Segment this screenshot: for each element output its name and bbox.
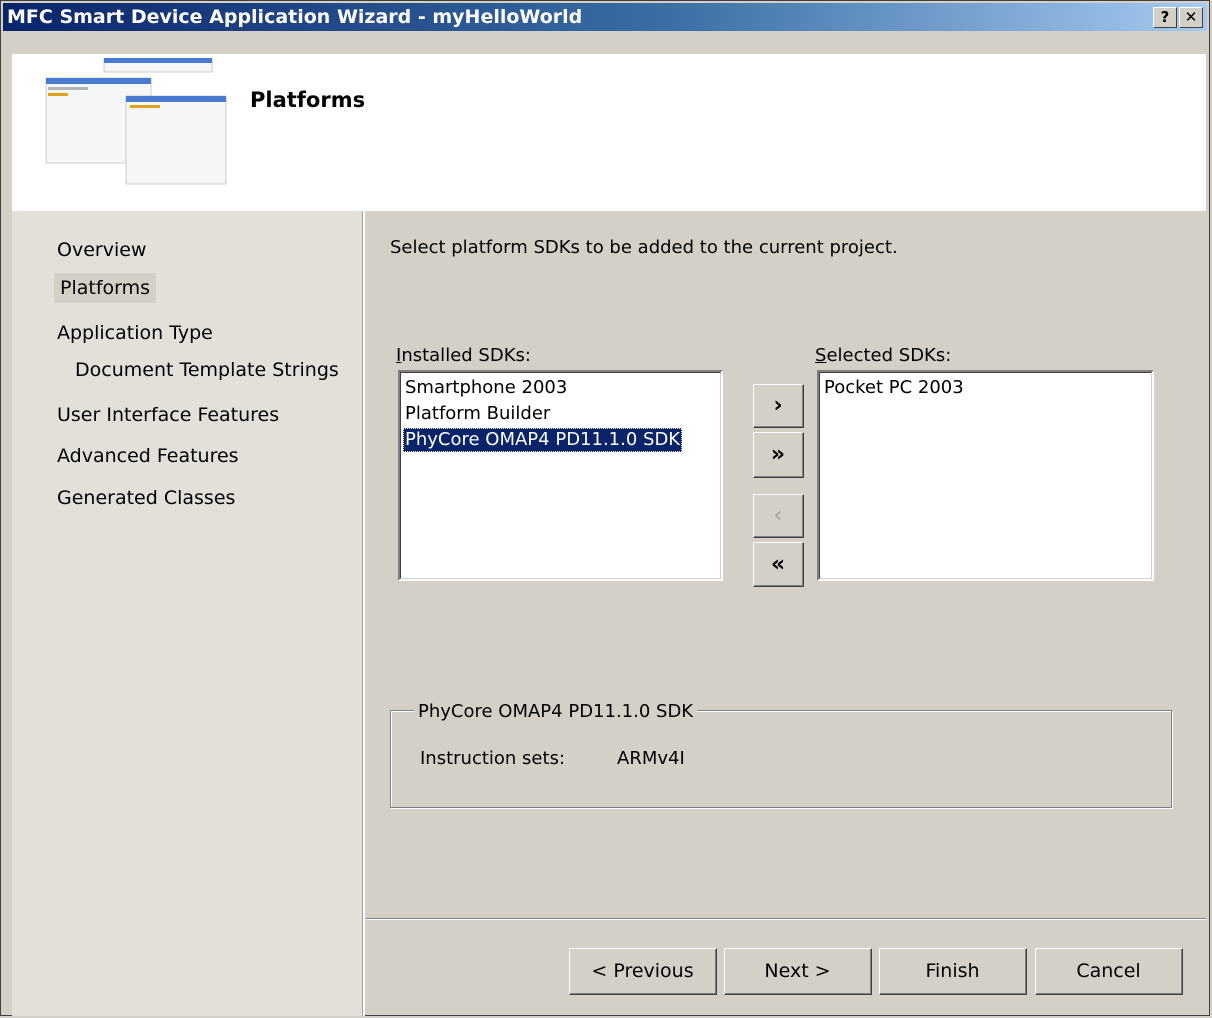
close-button[interactable]: ✕: [1179, 7, 1203, 28]
sdk-info-legend: PhyCore OMAP4 PD11.1.0 SDK: [414, 701, 698, 722]
installed-sdks-list[interactable]: Smartphone 2003 Platform Builder PhyCore…: [398, 370, 723, 581]
help-button[interactable]: ?: [1153, 7, 1177, 28]
list-item[interactable]: Platform Builder: [403, 402, 552, 426]
instruction-sets-label: Instruction sets:: [420, 748, 566, 769]
selected-sdks-list[interactable]: Pocket PC 2003: [817, 370, 1154, 581]
page-title: Platforms: [250, 88, 366, 112]
finish-button[interactable]: Finish: [879, 948, 1027, 995]
wizard-nav: Overview Platforms Application Type Docu…: [12, 211, 362, 1016]
nav-item-application-type[interactable]: Application Type: [57, 322, 213, 344]
list-item-selected[interactable]: PhyCore OMAP4 PD11.1.0 SDK: [403, 428, 683, 452]
nav-item-platforms[interactable]: Platforms: [54, 273, 157, 303]
instructions-text: Select platform SDKs to be added to the …: [390, 237, 898, 258]
nav-item-overview[interactable]: Overview: [57, 239, 146, 261]
add-all-button[interactable]: »: [753, 432, 804, 478]
remove-all-button[interactable]: «: [753, 542, 804, 587]
list-item[interactable]: Smartphone 2003: [403, 376, 569, 400]
installed-sdks-label: Installed SDKs:: [396, 345, 531, 366]
nav-separator: [362, 211, 365, 1016]
nav-item-generated-classes[interactable]: Generated Classes: [57, 487, 235, 509]
instruction-sets-value: ARMv4I: [617, 748, 685, 769]
nav-item-user-interface-features[interactable]: User Interface Features: [57, 404, 279, 426]
nav-item-advanced-features[interactable]: Advanced Features: [57, 445, 239, 467]
title-bar[interactable]: MFC Smart Device Application Wizard - my…: [3, 3, 1207, 31]
window-title: MFC Smart Device Application Wizard - my…: [7, 6, 583, 28]
nav-item-document-template-strings[interactable]: Document Template Strings: [75, 359, 339, 381]
next-button[interactable]: Next >: [724, 948, 872, 995]
list-item[interactable]: Pocket PC 2003: [822, 376, 966, 400]
remove-one-button[interactable]: ‹: [753, 494, 804, 538]
add-one-button[interactable]: ›: [753, 384, 804, 428]
previous-button[interactable]: < Previous: [569, 948, 717, 995]
footer-divider: [366, 918, 1206, 920]
wizard-header: Platforms: [12, 54, 1206, 211]
cancel-button[interactable]: Cancel: [1035, 948, 1183, 995]
wizard-windows-icon: [45, 58, 227, 185]
selected-sdks-label: Selected SDKs:: [815, 345, 952, 366]
